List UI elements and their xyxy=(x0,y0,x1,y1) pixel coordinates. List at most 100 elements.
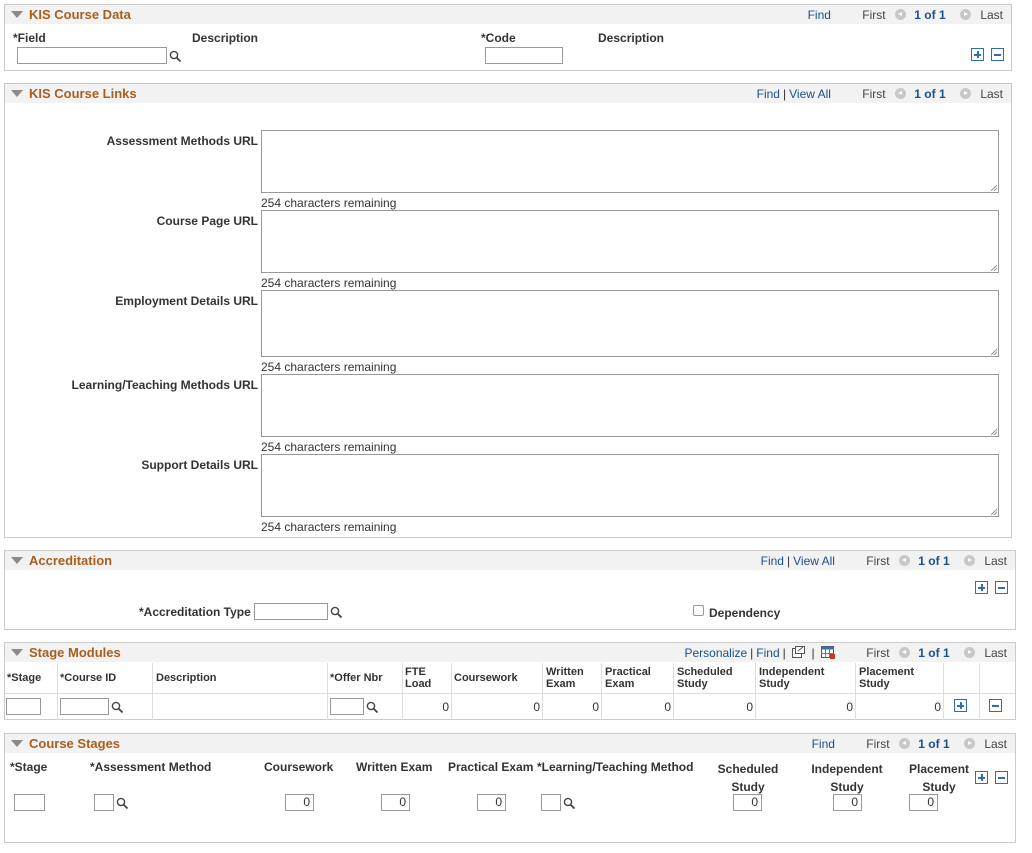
scheduled-study-input[interactable]: 0 xyxy=(733,794,762,811)
col-divider xyxy=(327,663,328,720)
delete-row-button[interactable] xyxy=(995,581,1008,594)
independent-study-input[interactable]: 0 xyxy=(833,794,862,811)
support-details-url-textarea[interactable] xyxy=(261,454,999,517)
view-in-new-window-icon[interactable] xyxy=(792,646,806,658)
independent-study-label: Independent Study xyxy=(811,762,883,794)
next-icon[interactable] xyxy=(959,9,971,20)
first-label: First xyxy=(866,554,890,568)
stage-label: *Stage xyxy=(10,760,48,774)
offer-nbr-input[interactable] xyxy=(330,698,364,715)
independent-study-value: 0 xyxy=(846,700,853,714)
characters-remaining: 254 characters remaining xyxy=(261,276,397,290)
column-header-offer-nbr: *Offer Nbr xyxy=(330,672,383,684)
previous-icon[interactable] xyxy=(894,9,906,20)
learning-teaching-method-input[interactable] xyxy=(541,794,561,811)
add-row-button[interactable] xyxy=(971,48,984,61)
next-icon[interactable] xyxy=(963,738,975,749)
column-header-stage: *Stage xyxy=(7,672,42,684)
next-icon[interactable] xyxy=(959,88,971,99)
support-details-url-label: Support Details URL xyxy=(141,458,258,472)
add-row-button[interactable] xyxy=(954,699,967,712)
dependency-label: Dependency xyxy=(709,606,781,620)
stage-input[interactable] xyxy=(14,794,45,811)
course-id-input[interactable] xyxy=(60,698,109,715)
column-header-placement-study: Placement Study xyxy=(859,666,915,690)
add-row-button[interactable] xyxy=(975,771,988,784)
employment-details-url-label: Employment Details URL xyxy=(115,294,258,308)
placement-study-value: 0 xyxy=(934,700,941,714)
lookup-search-icon[interactable] xyxy=(366,701,379,714)
collapse-triangle-icon[interactable] xyxy=(11,740,23,747)
lookup-search-icon[interactable] xyxy=(563,797,576,810)
written-exam-input[interactable]: 0 xyxy=(381,794,410,811)
column-header-course-id: *Course ID xyxy=(60,672,117,684)
code-label: *Code xyxy=(481,31,516,45)
find-link[interactable]: Find xyxy=(812,737,835,751)
group-title-toggle[interactable]: Course Stages xyxy=(11,736,120,751)
view-all-link[interactable]: View All xyxy=(793,554,835,568)
last-label: Last xyxy=(984,646,1007,660)
previous-icon[interactable] xyxy=(898,647,910,658)
placement-study-input[interactable]: 0 xyxy=(909,794,938,811)
next-icon[interactable] xyxy=(963,555,975,566)
scheduled-study-value: 0 xyxy=(746,700,753,714)
collapse-triangle-icon[interactable] xyxy=(11,649,23,656)
find-link[interactable]: Find xyxy=(756,646,779,660)
find-link[interactable]: Find xyxy=(808,8,831,22)
delete-row-button[interactable] xyxy=(991,48,1004,61)
delete-row-button[interactable] xyxy=(995,771,1008,784)
assessment-methods-url-textarea[interactable] xyxy=(261,130,999,193)
practical-exam-label: Practical Exam xyxy=(448,760,534,774)
lookup-search-icon[interactable] xyxy=(169,50,182,63)
last-label: Last xyxy=(984,737,1007,751)
previous-icon[interactable] xyxy=(898,555,910,566)
column-header-independent-study: Independent Study xyxy=(759,666,825,690)
row-navigation: Find First 1 of 1 Last xyxy=(812,737,1007,751)
next-icon[interactable] xyxy=(963,647,975,658)
collapse-triangle-icon[interactable] xyxy=(11,90,23,97)
lookup-search-icon[interactable] xyxy=(111,701,124,714)
column-header-coursework: Coursework xyxy=(454,672,518,684)
personalize-link[interactable]: Personalize xyxy=(684,646,747,660)
characters-remaining: 254 characters remaining xyxy=(261,360,397,374)
course-page-url-textarea[interactable] xyxy=(261,210,999,273)
previous-icon[interactable] xyxy=(898,738,910,749)
assessment-method-input[interactable] xyxy=(94,794,114,811)
first-label: First xyxy=(862,8,886,22)
learning-teaching-method-label: *Learning/Teaching Method xyxy=(537,760,694,774)
view-all-link[interactable]: View All xyxy=(789,87,831,101)
practical-exam-input[interactable]: 0 xyxy=(477,794,506,811)
add-row-button[interactable] xyxy=(975,581,988,594)
column-header-practical-exam: Practical Exam xyxy=(605,666,651,690)
group-title-toggle[interactable]: Stage Modules xyxy=(11,645,121,660)
last-label: Last xyxy=(980,87,1003,101)
group-title: Course Stages xyxy=(29,736,121,751)
learning-teaching-methods-url-label: Learning/Teaching Methods URL xyxy=(71,378,258,392)
collapse-triangle-icon[interactable] xyxy=(11,557,23,564)
coursework-input[interactable]: 0 xyxy=(285,794,314,811)
learning-teaching-methods-url-textarea[interactable] xyxy=(261,374,999,437)
collapse-triangle-icon[interactable] xyxy=(11,11,23,18)
description-label: Description xyxy=(192,31,259,45)
group-title-toggle[interactable]: KIS Course Data xyxy=(11,7,131,22)
group-title-toggle[interactable]: Accreditation xyxy=(11,553,112,568)
column-header-written-exam: Written Exam xyxy=(546,666,584,690)
code-input[interactable] xyxy=(485,47,563,64)
dependency-checkbox[interactable] xyxy=(693,605,704,616)
column-header-description: Description xyxy=(156,672,217,684)
field-input[interactable] xyxy=(17,47,167,64)
lookup-search-icon[interactable] xyxy=(116,797,129,810)
lookup-search-icon[interactable] xyxy=(330,606,343,619)
accreditation-type-input[interactable] xyxy=(254,603,328,620)
download-spreadsheet-icon[interactable] xyxy=(820,646,835,659)
find-link[interactable]: Find xyxy=(757,87,780,101)
first-label: First xyxy=(862,87,886,101)
group-title-toggle[interactable]: KIS Course Links xyxy=(11,86,137,101)
col-divider xyxy=(979,663,980,720)
find-link[interactable]: Find xyxy=(761,554,784,568)
previous-icon[interactable] xyxy=(894,88,906,99)
stage-input[interactable] xyxy=(6,698,41,715)
employment-details-url-textarea[interactable] xyxy=(261,290,999,357)
delete-row-button[interactable] xyxy=(989,699,1002,712)
row-navigation: Personalize | Find | | First 1 of 1 Last xyxy=(684,646,1007,660)
